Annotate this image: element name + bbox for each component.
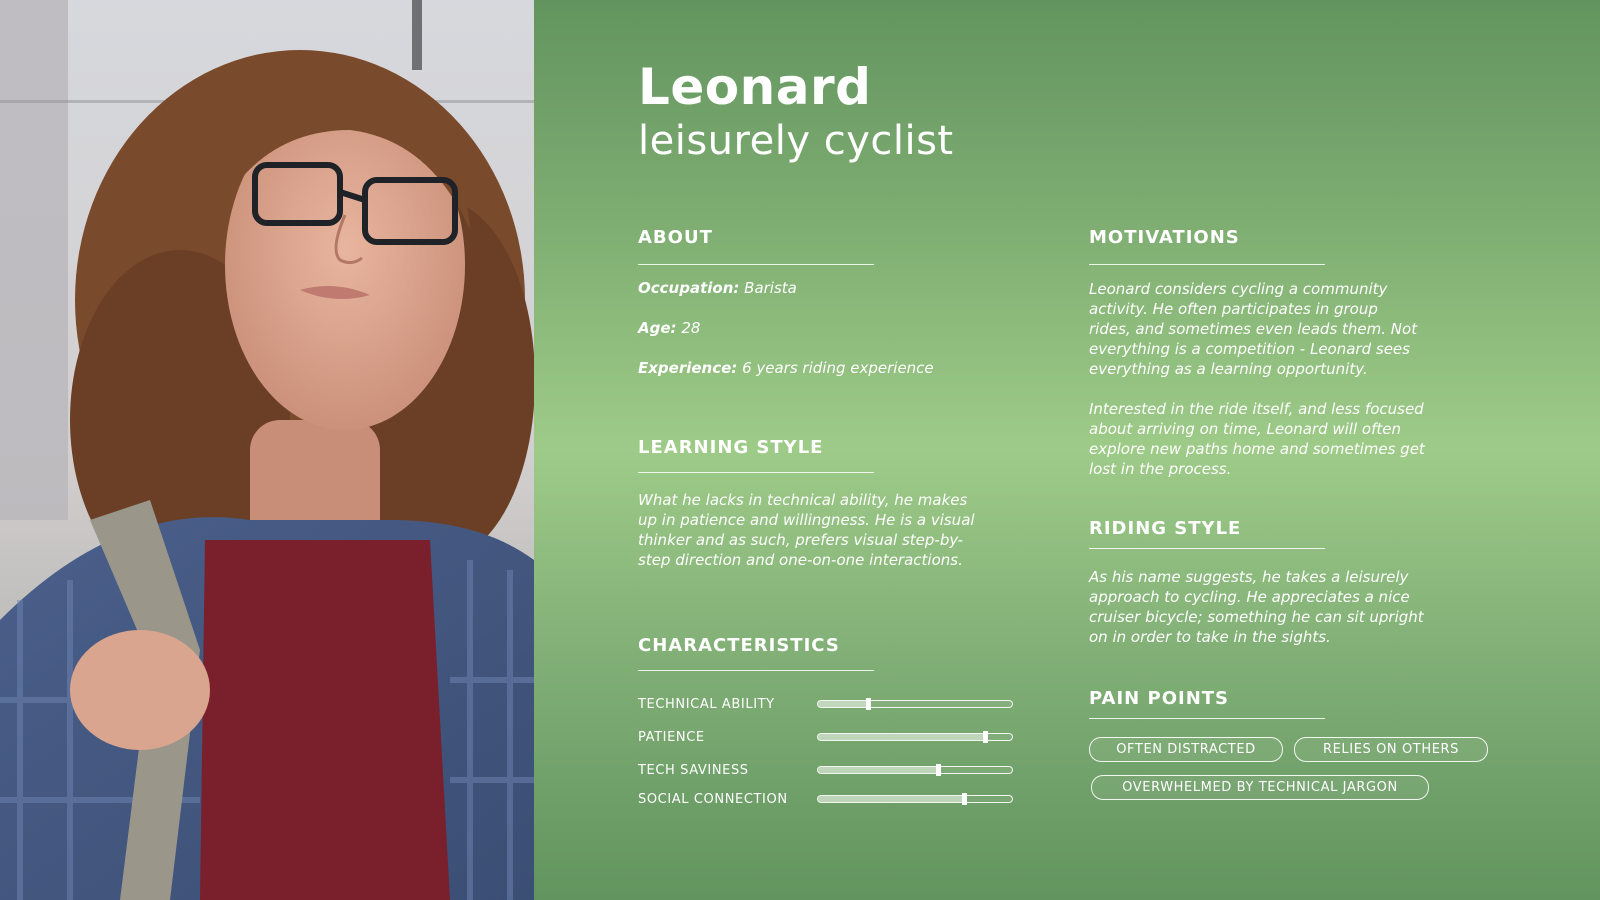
characteristic-label: SOCIAL CONNECTION bbox=[638, 792, 788, 807]
motivations-heading: MOTIVATIONS bbox=[1089, 227, 1240, 248]
experience-label: Experience: bbox=[638, 359, 738, 377]
occupation-line: Occupation: Barista bbox=[638, 279, 797, 297]
motivations-line: explore new paths home and sometimes get bbox=[1089, 440, 1425, 458]
meter-marker bbox=[866, 698, 872, 710]
characteristics-divider bbox=[638, 670, 874, 671]
age-label: Age: bbox=[638, 319, 677, 337]
persona-photo bbox=[0, 0, 534, 900]
characteristic-label: TECH SAVINESS bbox=[638, 763, 749, 778]
learning-style-line: up in patience and willingness. He is a … bbox=[638, 511, 975, 529]
motivations-line: activity. He often participates in group bbox=[1089, 300, 1378, 318]
pain-points-heading: PAIN POINTS bbox=[1089, 688, 1229, 709]
riding-style-line: approach to cycling. He appreciates a ni… bbox=[1089, 588, 1410, 606]
learning-style-heading: LEARNING STYLE bbox=[638, 437, 824, 458]
pain-points-divider bbox=[1089, 718, 1325, 719]
riding-style-text: As his name suggests, he takes a leisure… bbox=[1089, 567, 1424, 647]
motivations-line: everything as a learning opportunity. bbox=[1089, 360, 1368, 378]
learning-style-text: What he lacks in technical ability, he m… bbox=[638, 490, 975, 570]
persona-details: Leonard leisurely cyclist ABOUT Occupati… bbox=[534, 0, 1600, 900]
about-divider bbox=[638, 264, 874, 265]
tech-saviness-meter bbox=[817, 764, 1013, 776]
social-connection-meter bbox=[817, 793, 1013, 805]
learning-style-divider bbox=[638, 472, 874, 473]
riding-style-line: on in order to take in the sights. bbox=[1089, 628, 1331, 646]
motivations-line: lost in the process. bbox=[1089, 460, 1232, 478]
technical-ability-meter bbox=[817, 698, 1013, 710]
motivations-line: Leonard considers cycling a community bbox=[1089, 280, 1388, 298]
motivations-paragraph-1: Leonard considers cycling a community ac… bbox=[1089, 279, 1417, 379]
motivations-paragraph-2: Interested in the ride itself, and less … bbox=[1089, 399, 1425, 479]
characteristic-label: PATIENCE bbox=[638, 730, 705, 745]
motivations-line: about arriving on time, Leonard will oft… bbox=[1089, 420, 1401, 438]
characteristics-heading: CHARACTERISTICS bbox=[638, 635, 840, 656]
motivations-divider bbox=[1089, 264, 1325, 265]
learning-style-line: thinker and as such, prefers visual step… bbox=[638, 531, 964, 549]
characteristic-label: TECHNICAL ABILITY bbox=[638, 697, 775, 712]
riding-style-line: cruiser bicycle; something he can sit up… bbox=[1089, 608, 1424, 626]
motivations-line: Interested in the ride itself, and less … bbox=[1089, 400, 1424, 418]
patience-meter bbox=[817, 731, 1013, 743]
riding-style-line: As his name suggests, he takes a leisure… bbox=[1089, 568, 1409, 586]
learning-style-line: What he lacks in technical ability, he m… bbox=[638, 491, 968, 509]
motivations-line: rides, and sometimes even leads them. No… bbox=[1089, 320, 1418, 338]
portrait-illustration bbox=[0, 0, 534, 900]
riding-style-heading: RIDING STYLE bbox=[1089, 518, 1242, 539]
pain-point-chip: OVERWHELMED BY TECHNICAL JARGON bbox=[1091, 775, 1429, 800]
occupation-label: Occupation: bbox=[638, 279, 740, 297]
experience-value: 6 years riding experience bbox=[742, 359, 934, 377]
pain-point-chip: RELIES ON OTHERS bbox=[1294, 737, 1488, 762]
meter-fill bbox=[818, 734, 985, 740]
about-heading: ABOUT bbox=[638, 227, 713, 248]
persona-card: Leonard leisurely cyclist ABOUT Occupati… bbox=[0, 0, 1600, 900]
motivations-line: everything is a competition - Leonard se… bbox=[1089, 340, 1410, 358]
meter-fill bbox=[818, 796, 964, 802]
occupation-value: Barista bbox=[744, 279, 797, 297]
age-value: 28 bbox=[681, 319, 701, 337]
age-line: Age: 28 bbox=[638, 319, 700, 337]
persona-name: Leonard bbox=[638, 58, 872, 116]
meter-fill bbox=[818, 701, 869, 707]
meter-marker bbox=[936, 764, 942, 776]
pain-point-chip: OFTEN DISTRACTED bbox=[1089, 737, 1283, 762]
meter-fill bbox=[818, 767, 939, 773]
meter-marker bbox=[982, 731, 988, 743]
experience-line: Experience: 6 years riding experience bbox=[638, 359, 934, 377]
meter-marker bbox=[961, 793, 967, 805]
learning-style-line: step direction and one-on-one interactio… bbox=[638, 551, 963, 569]
persona-role: leisurely cyclist bbox=[638, 118, 954, 164]
riding-style-divider bbox=[1089, 548, 1325, 549]
